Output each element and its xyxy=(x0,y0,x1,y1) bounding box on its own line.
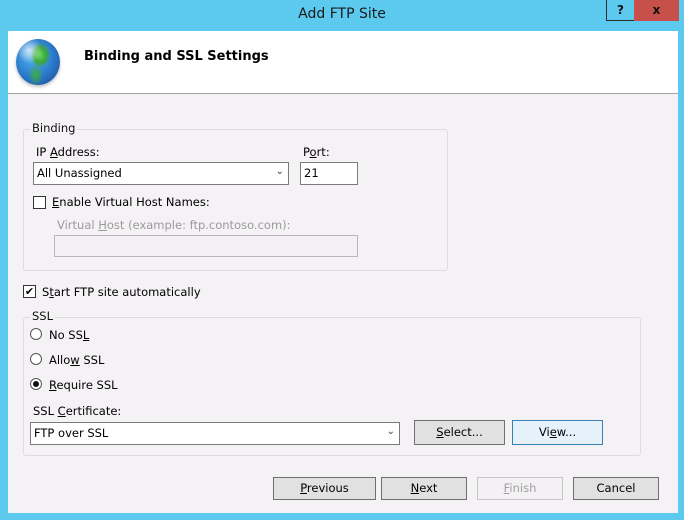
close-icon: x xyxy=(652,3,661,17)
start-automatically-checkbox[interactable]: ✔ xyxy=(23,285,36,298)
enable-virtual-host-checkbox[interactable] xyxy=(33,196,46,209)
chevron-down-icon: ⌄ xyxy=(386,426,395,437)
ssl-certificate-label: SSL Certificate: xyxy=(33,404,122,418)
virtual-host-label: Virtual Host (example: ftp.contoso.com): xyxy=(57,218,291,232)
view-certificate-button[interactable]: View... xyxy=(512,420,603,445)
window-title: Add FTP Site xyxy=(298,6,386,22)
help-button[interactable]: ? xyxy=(606,0,635,21)
no-ssl-label[interactable]: No SSL xyxy=(49,328,89,342)
virtual-host-input[interactable] xyxy=(54,235,358,257)
page-title: Binding and SSL Settings xyxy=(84,49,269,64)
cancel-button[interactable]: Cancel xyxy=(573,477,659,500)
allow-ssl-label[interactable]: Allow SSL xyxy=(49,353,104,367)
help-icon: ? xyxy=(617,3,624,17)
next-button[interactable]: Next xyxy=(381,477,467,500)
title-bar[interactable]: Add FTP Site ? x xyxy=(0,0,684,30)
checkmark-icon: ✔ xyxy=(24,285,35,298)
binding-group-label: Binding xyxy=(30,121,78,135)
require-ssl-radio[interactable] xyxy=(30,378,42,390)
allow-ssl-radio[interactable] xyxy=(30,353,42,365)
ssl-certificate-value: FTP over SSL xyxy=(34,426,109,440)
close-button[interactable]: x xyxy=(634,0,679,21)
wizard-header: Binding and SSL Settings xyxy=(8,31,678,94)
finish-button[interactable]: Finish xyxy=(477,477,563,500)
no-ssl-radio[interactable] xyxy=(30,328,42,340)
port-value: 21 xyxy=(304,166,319,180)
ssl-group-label: SSL xyxy=(30,309,56,323)
ssl-certificate-dropdown[interactable]: FTP over SSL ⌄ xyxy=(30,422,400,445)
previous-button[interactable]: Previous xyxy=(273,477,376,500)
ip-address-label: IP Address: xyxy=(36,145,100,159)
require-ssl-label[interactable]: Require SSL xyxy=(49,378,118,392)
dialog-body: Binding and SSL Settings Binding IP Addr… xyxy=(8,31,678,513)
select-certificate-button[interactable]: Select... xyxy=(414,420,505,445)
start-automatically-label[interactable]: Start FTP site automatically xyxy=(42,285,201,299)
globe-icon xyxy=(16,39,60,85)
port-input[interactable]: 21 xyxy=(300,162,358,185)
chevron-down-icon: ⌄ xyxy=(275,166,284,177)
port-label: Port: xyxy=(303,145,330,159)
enable-virtual-host-label[interactable]: Enable Virtual Host Names: xyxy=(52,195,210,209)
ip-address-dropdown[interactable]: All Unassigned ⌄ xyxy=(33,162,289,185)
ip-address-value: All Unassigned xyxy=(37,166,122,180)
